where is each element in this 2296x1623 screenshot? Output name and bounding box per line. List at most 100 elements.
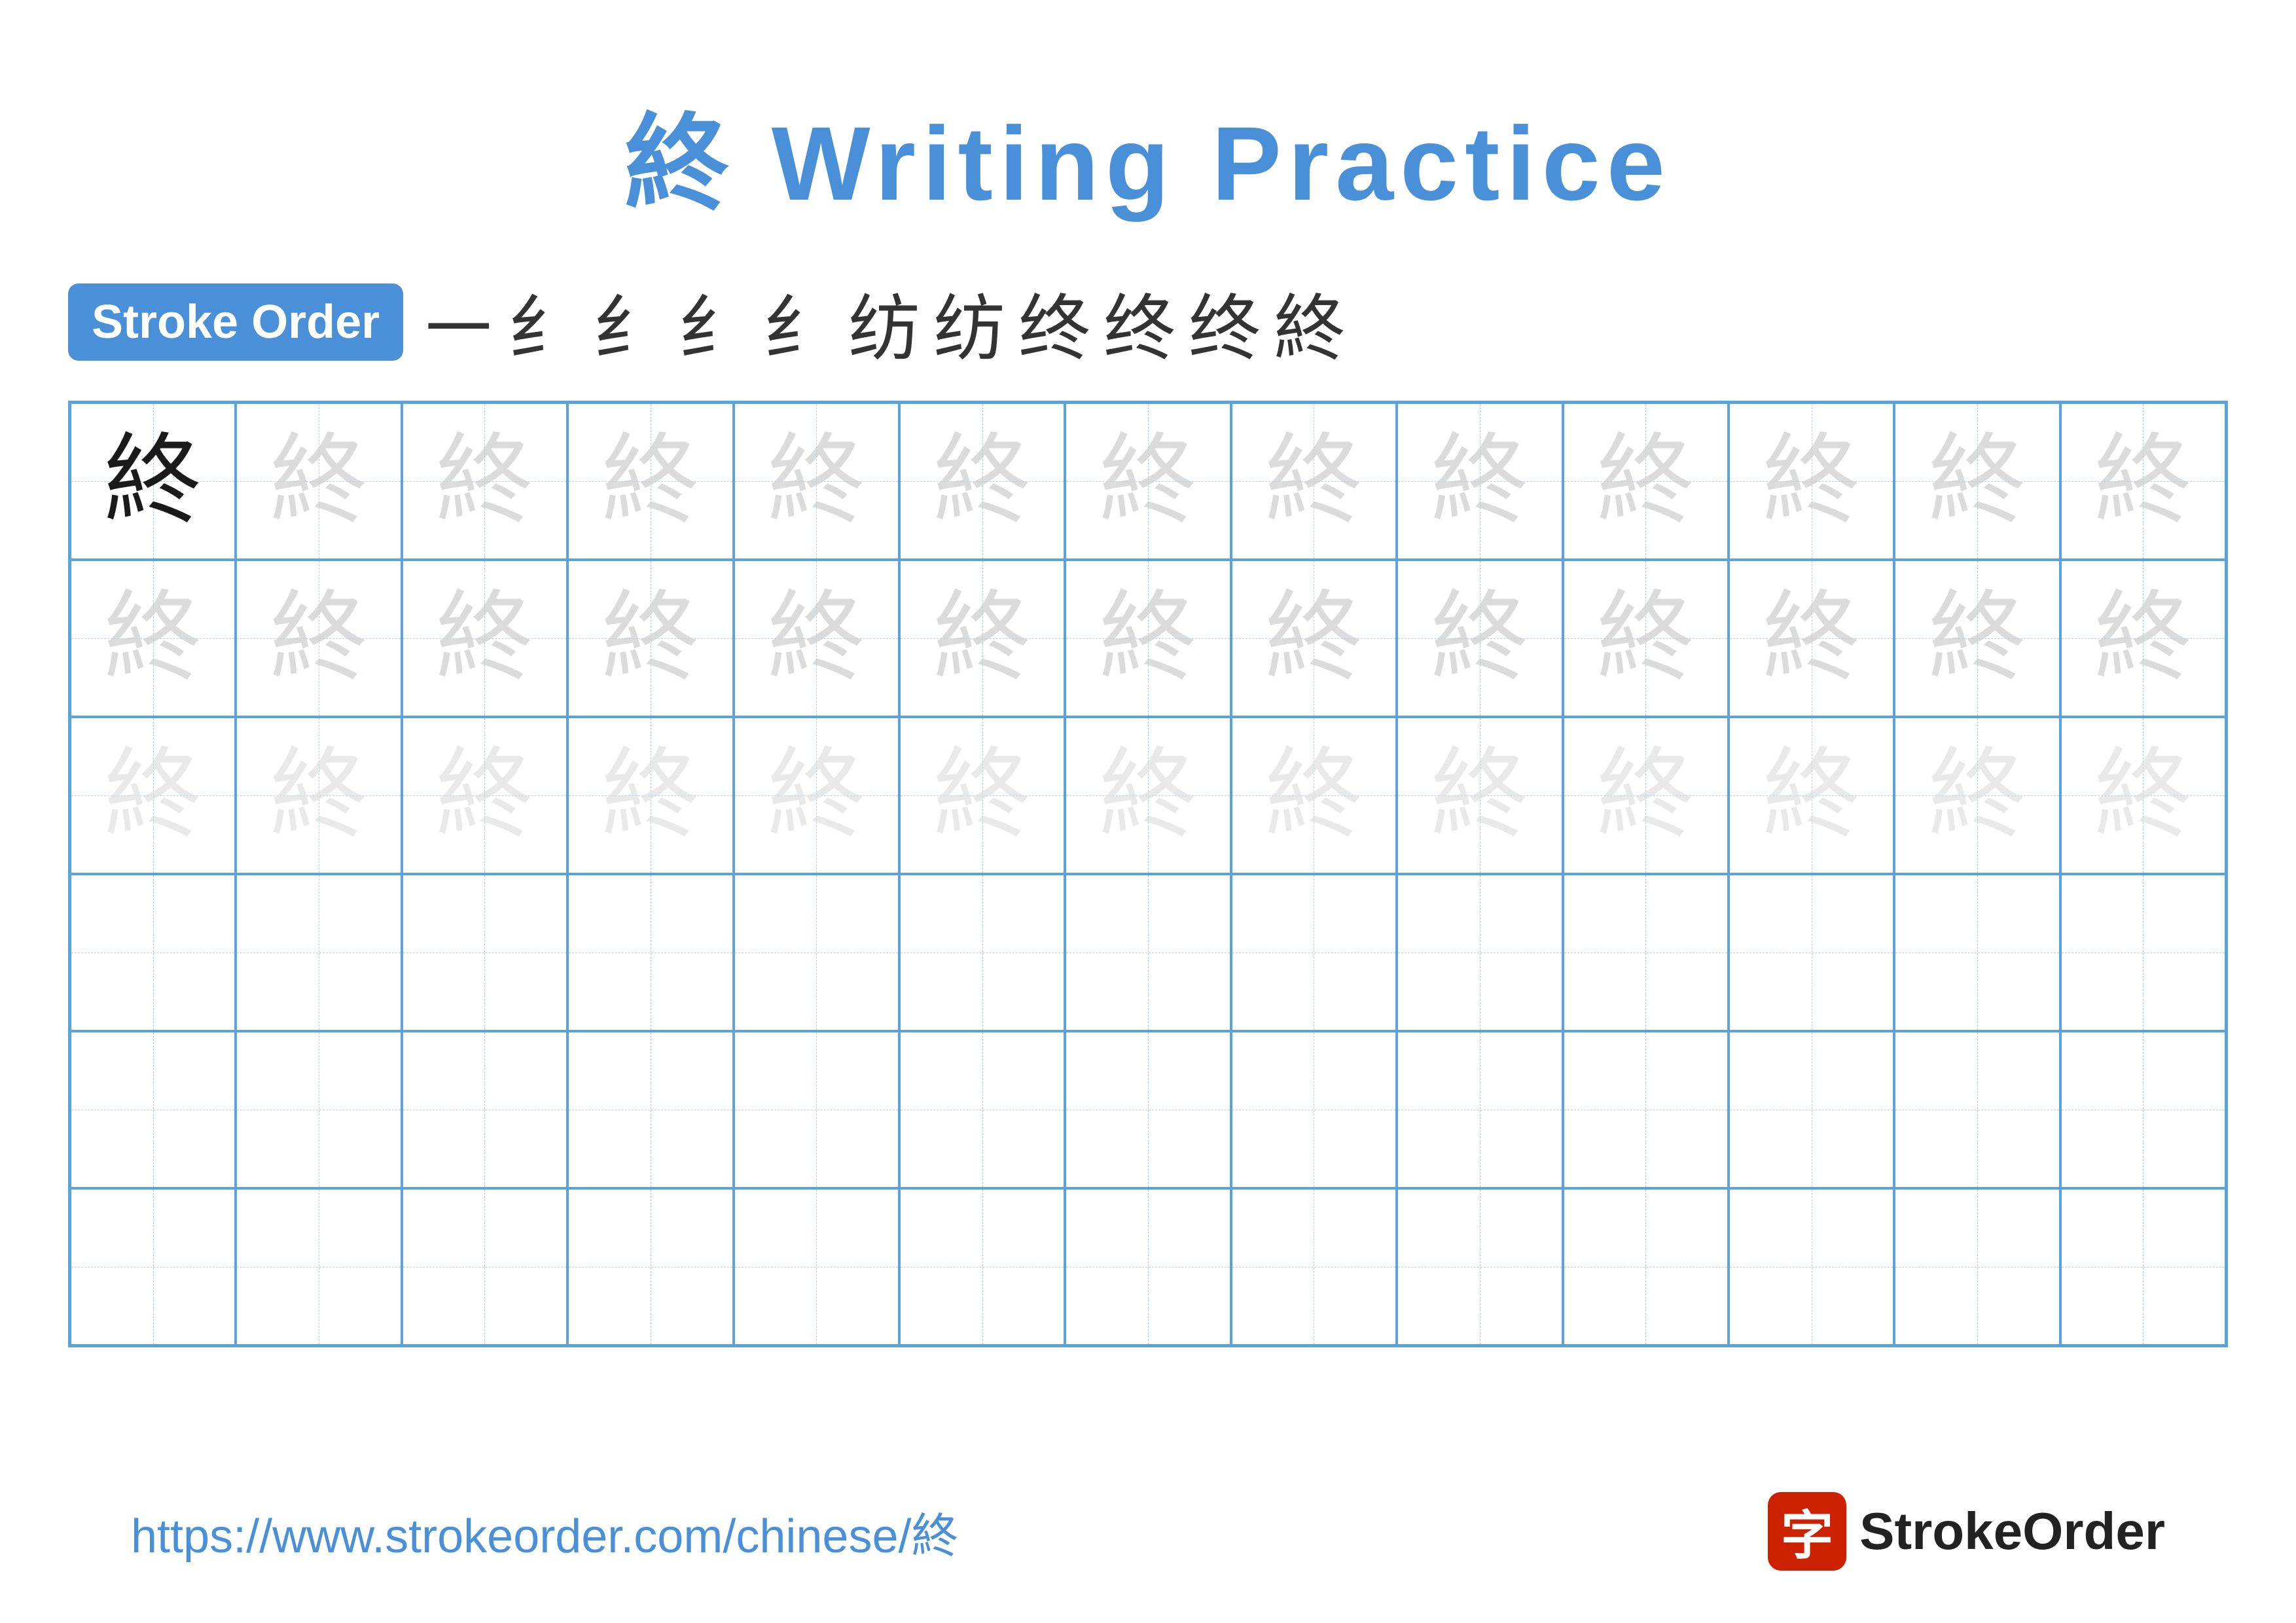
grid-row-1: 終 終 終 終 終 終 終 終 終 — [70, 403, 2226, 560]
char-lighter: 終 — [601, 746, 700, 845]
char-light: 終 — [767, 589, 865, 687]
char-lighter: 終 — [933, 746, 1031, 845]
char-light: 終 — [1265, 589, 1363, 687]
grid-cell-2-1: 終 — [70, 560, 236, 717]
grid-row-2: 終 終 終 終 終 終 終 終 終 — [70, 560, 2226, 717]
grid-cell-4-1[interactable] — [70, 874, 236, 1031]
footer: https://www.strokeorder.com/chinese/終 字 … — [0, 1492, 2296, 1571]
char-light: 終 — [2094, 432, 2192, 530]
grid-cell-1-7: 終 — [1065, 403, 1230, 560]
char-lighter: 終 — [1763, 746, 1861, 845]
grid-cell-5-13[interactable] — [2060, 1031, 2226, 1188]
grid-cell-2-11: 終 — [1729, 560, 1894, 717]
grid-cell-4-7[interactable] — [1065, 874, 1230, 1031]
grid-cell-1-5: 終 — [734, 403, 899, 560]
strokeorder-logo-text: StrokeOrder — [1859, 1501, 2165, 1561]
grid-cell-4-6[interactable] — [899, 874, 1065, 1031]
stroke-step-10: 终 — [1189, 270, 1261, 374]
char-light: 終 — [1763, 589, 1861, 687]
page: 終 Writing Practice Stroke Order ㇐ 纟 纟 纟 … — [0, 0, 2296, 1623]
grid-cell-3-10: 終 — [1563, 717, 1729, 874]
grid-cell-2-3: 終 — [402, 560, 567, 717]
stroke-step-7: 纺 — [933, 270, 1005, 374]
grid-cell-3-8: 終 — [1231, 717, 1397, 874]
grid-cell-6-4[interactable] — [567, 1188, 733, 1345]
grid-cell-4-2[interactable] — [236, 874, 401, 1031]
grid-cell-5-12[interactable] — [1894, 1031, 2060, 1188]
grid-cell-3-3: 終 — [402, 717, 567, 874]
grid-cell-1-2: 終 — [236, 403, 401, 560]
grid-cell-4-12[interactable] — [1894, 874, 2060, 1031]
grid-cell-4-3[interactable] — [402, 874, 567, 1031]
grid-cell-5-2[interactable] — [236, 1031, 401, 1188]
grid-cell-3-12: 終 — [1894, 717, 2060, 874]
page-title: 終 Writing Practice — [624, 79, 1672, 230]
grid-cell-5-3[interactable] — [402, 1031, 567, 1188]
grid-cell-6-2[interactable] — [236, 1188, 401, 1345]
grid-cell-6-9[interactable] — [1397, 1188, 1562, 1345]
grid-cell-6-13[interactable] — [2060, 1188, 2226, 1345]
char-lighter: 終 — [2094, 746, 2192, 845]
grid-cell-6-12[interactable] — [1894, 1188, 2060, 1345]
grid-cell-4-8[interactable] — [1231, 874, 1397, 1031]
stroke-step-9: 终 — [1103, 270, 1175, 374]
grid-cell-3-13: 終 — [2060, 717, 2226, 874]
grid-cell-5-5[interactable] — [734, 1031, 899, 1188]
stroke-step-11: 終 — [1274, 270, 1346, 374]
grid-cell-6-5[interactable] — [734, 1188, 899, 1345]
grid-cell-5-11[interactable] — [1729, 1031, 1894, 1188]
char-light: 終 — [435, 589, 533, 687]
grid-cell-5-7[interactable] — [1065, 1031, 1230, 1188]
grid-cell-5-1[interactable] — [70, 1031, 236, 1188]
char-light: 終 — [1928, 432, 2026, 530]
grid-cell-6-3[interactable] — [402, 1188, 567, 1345]
stroke-step-3: 纟 — [593, 270, 665, 374]
grid-cell-5-6[interactable] — [899, 1031, 1065, 1188]
grid-cell-5-4[interactable] — [567, 1031, 733, 1188]
grid-cell-5-10[interactable] — [1563, 1031, 1729, 1188]
char-light: 終 — [270, 589, 368, 687]
grid-cell-2-10: 終 — [1563, 560, 1729, 717]
char-light: 終 — [1265, 432, 1363, 530]
footer-url[interactable]: https://www.strokeorder.com/chinese/終 — [131, 1497, 959, 1566]
grid-row-5 — [70, 1031, 2226, 1188]
grid-cell-1-11: 終 — [1729, 403, 1894, 560]
grid-cell-4-9[interactable] — [1397, 874, 1562, 1031]
grid-row-3: 終 終 終 終 終 終 終 終 終 — [70, 717, 2226, 874]
stroke-step-5: 纟 — [763, 270, 835, 374]
grid-cell-2-4: 終 — [567, 560, 733, 717]
char-lighter: 終 — [1431, 746, 1529, 845]
stroke-steps: ㇐ 纟 纟 纟 纟 纺 纺 终 终 终 終 — [423, 270, 1346, 374]
grid-cell-4-11[interactable] — [1729, 874, 1894, 1031]
grid-cell-6-1[interactable] — [70, 1188, 236, 1345]
grid-cell-5-9[interactable] — [1397, 1031, 1562, 1188]
grid-cell-6-8[interactable] — [1231, 1188, 1397, 1345]
grid-cell-4-13[interactable] — [2060, 874, 2226, 1031]
char-light: 終 — [1763, 432, 1861, 530]
grid-cell-6-7[interactable] — [1065, 1188, 1230, 1345]
grid-cell-6-6[interactable] — [899, 1188, 1065, 1345]
char-light: 終 — [270, 432, 368, 530]
grid-cell-3-9: 終 — [1397, 717, 1562, 874]
char-light: 終 — [435, 432, 533, 530]
grid-cell-3-11: 終 — [1729, 717, 1894, 874]
grid-cell-2-8: 終 — [1231, 560, 1397, 717]
grid-cell-4-5[interactable] — [734, 874, 899, 1031]
grid-cell-1-1: 終 — [70, 403, 236, 560]
grid-cell-4-10[interactable] — [1563, 874, 1729, 1031]
char-lighter: 終 — [767, 746, 865, 845]
stroke-order-badge: Stroke Order — [68, 283, 403, 361]
grid-cell-3-4: 終 — [567, 717, 733, 874]
grid-cell-6-10[interactable] — [1563, 1188, 1729, 1345]
writing-grid: 終 終 終 終 終 終 終 終 終 — [68, 401, 2228, 1347]
grid-cell-5-8[interactable] — [1231, 1031, 1397, 1188]
grid-cell-3-5: 終 — [734, 717, 899, 874]
footer-logo: 字 StrokeOrder — [1768, 1492, 2165, 1571]
grid-row-6 — [70, 1188, 2226, 1345]
char-light: 終 — [2094, 589, 2192, 687]
grid-cell-1-8: 終 — [1231, 403, 1397, 560]
grid-cell-4-4[interactable] — [567, 874, 733, 1031]
char-lighter: 終 — [104, 746, 202, 845]
grid-cell-6-11[interactable] — [1729, 1188, 1894, 1345]
char-lighter: 終 — [1596, 746, 1695, 845]
